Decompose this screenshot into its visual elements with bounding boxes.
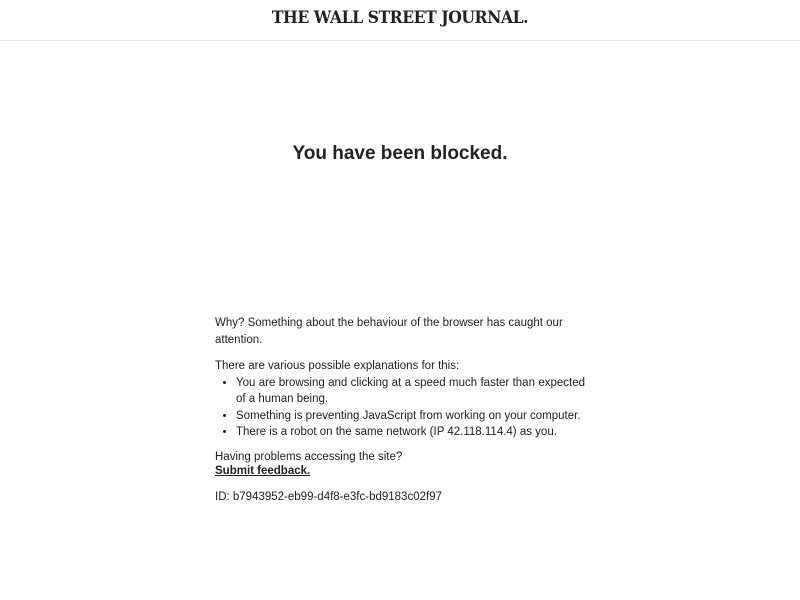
- explanations-intro: There are various possible explanations …: [215, 360, 460, 372]
- list-item: You are browsing and clicking at a speed…: [236, 375, 585, 408]
- list-item: There is a robot on the same network (IP…: [236, 424, 585, 441]
- submit-feedback-link[interactable]: Submit feedback.: [215, 465, 310, 478]
- site-header: THE WALL STREET JOURNAL.: [0, 0, 800, 41]
- why-text: Why? Something about the behaviour of th…: [215, 317, 563, 346]
- problems-text: Having problems accessing the site?: [215, 450, 403, 463]
- page-title: You have been blocked.: [292, 143, 508, 164]
- block-id: ID: b7943952-eb99-d4f8-e3fc-bd9183c02f97: [215, 490, 442, 503]
- list-item: Something is preventing JavaScript from …: [236, 408, 585, 425]
- block-message: Why? Something about the behaviour of th…: [215, 315, 585, 505]
- reasons-list: You are browsing and clicking at a speed…: [215, 375, 585, 441]
- wsj-logo: THE WALL STREET JOURNAL.: [271, 8, 529, 28]
